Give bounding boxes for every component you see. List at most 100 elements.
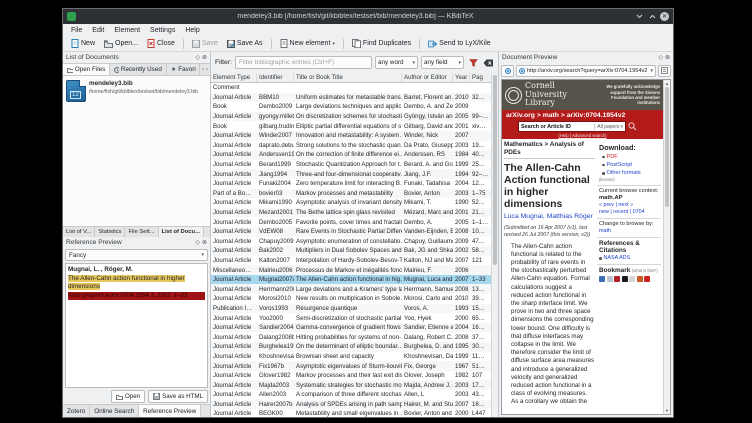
table-row[interactable]: Comment bbox=[211, 83, 491, 93]
download-link[interactable]: PostScript bbox=[602, 161, 661, 169]
table-row[interactable]: Journal Articlegyongy.millet05On discret… bbox=[211, 112, 491, 122]
entry-table-scrollbar[interactable] bbox=[491, 73, 498, 417]
search-pubmed-button[interactable] bbox=[467, 57, 479, 69]
float-panel-icon[interactable]: ◇ bbox=[195, 54, 200, 61]
table-row[interactable]: Journal ArticleMajda2003Systematic strat… bbox=[211, 380, 491, 390]
table-row[interactable]: Bookgilbarg.truding…Elliptic partial dif… bbox=[211, 121, 491, 131]
table-row[interactable]: Journal ArticleJiang1994Three-and four-d… bbox=[211, 169, 491, 179]
table-row[interactable]: Journal ArticleKhoshnevisan1…Brownian sh… bbox=[211, 352, 491, 362]
save-as-html-button[interactable]: Save as HTML bbox=[148, 390, 208, 403]
download-link[interactable]: PDF bbox=[602, 153, 661, 161]
menu-element[interactable]: Element bbox=[109, 27, 145, 34]
digg-icon[interactable] bbox=[629, 276, 635, 282]
table-row[interactable]: Journal ArticleHairer2007bAnalysis of SP… bbox=[211, 400, 491, 410]
scroll-down-icon[interactable]: ▼ bbox=[664, 408, 670, 413]
menu-file[interactable]: File bbox=[66, 27, 87, 34]
close-panel-icon[interactable]: ⊗ bbox=[202, 54, 207, 61]
table-row[interactable]: Journal ArticleBBM10Uniform estimates fo… bbox=[211, 93, 491, 103]
tab-statistics[interactable]: Statistics bbox=[95, 227, 125, 237]
chevron-down-icon[interactable]: ▾ bbox=[332, 41, 335, 47]
prev-next-links[interactable]: « prev | next » bbox=[599, 202, 661, 208]
license-link[interactable]: (license) bbox=[599, 177, 661, 182]
delicious-icon[interactable] bbox=[622, 276, 628, 282]
help-links[interactable]: (Help | Advanced search) bbox=[506, 133, 659, 138]
new-element-button[interactable]: New element ▾ bbox=[276, 37, 339, 50]
table-row[interactable]: BookDembo2009Large deviations techniques… bbox=[211, 102, 491, 112]
table-row[interactable]: Journal ArticleBerard1999Stochastic Quan… bbox=[211, 160, 491, 170]
open-externally-button[interactable] bbox=[658, 65, 671, 77]
breadcrumb[interactable]: arXiv.org > math > arXiv:0704.1954v2 bbox=[506, 112, 659, 119]
tab-open-files[interactable]: Open Files bbox=[63, 64, 110, 75]
save-as-button[interactable]: Save As bbox=[223, 38, 267, 50]
table-row[interactable]: Journal ArticleAllen2003A comparison of … bbox=[211, 390, 491, 400]
table-row[interactable]: Journal ArticleVdEW08Rare Events in Stoc… bbox=[211, 227, 491, 237]
table-row[interactable]: Journal ArticleGlover1982Markov processe… bbox=[211, 371, 491, 381]
filter-input[interactable] bbox=[235, 56, 372, 69]
close-panel-icon[interactable]: ⊗ bbox=[665, 54, 670, 61]
table-row[interactable]: Journal ArticleDembo2005Favorite points,… bbox=[211, 217, 491, 227]
table-row[interactable]: Journal ArticleFunaki2004Zero temperatur… bbox=[211, 179, 491, 189]
table-row[interactable]: Journal ArticleSandier2004Gamma-converge… bbox=[211, 323, 491, 333]
scrollbar-thumb[interactable] bbox=[665, 87, 669, 207]
tab-scroll-right-icon[interactable]: › bbox=[206, 67, 208, 73]
column-header-element-type[interactable]: Element Type bbox=[211, 73, 257, 82]
column-header-year[interactable]: Year bbox=[453, 73, 470, 82]
table-row[interactable]: Journal ArticleChapuy2009Asymptotic enum… bbox=[211, 237, 491, 247]
search-icon[interactable] bbox=[628, 122, 637, 131]
table-row[interactable]: Miscellaneo…Malrieu2006Processus de Mark… bbox=[211, 265, 491, 275]
float-panel-icon[interactable]: ◇ bbox=[658, 54, 663, 61]
open-button[interactable]: Open... bbox=[100, 38, 142, 50]
search-scope-select[interactable]: All papers ▾ bbox=[594, 124, 623, 130]
bibsonomy-icon[interactable] bbox=[607, 276, 613, 282]
save-button[interactable]: Save bbox=[188, 38, 222, 50]
table-row[interactable]: Journal ArticleKalton2007Interpolation o… bbox=[211, 256, 491, 266]
table-row[interactable]: Journal ArticleYoo2000Semi-discretizatio… bbox=[211, 313, 491, 323]
download-link[interactable]: Other formats bbox=[602, 169, 661, 177]
column-header-author[interactable]: Author or Editor bbox=[402, 73, 453, 82]
tab-online-search[interactable]: Online Search bbox=[90, 405, 139, 417]
close-window-button[interactable]: ✕ bbox=[660, 12, 669, 21]
table-row[interactable]: Journal ArticleMezard2001The Bethe latti… bbox=[211, 208, 491, 218]
table-row[interactable]: Journal ArticleWinder2007Innovation and … bbox=[211, 131, 491, 141]
table-row[interactable]: Journal ArticleDalang2008bHitting probab… bbox=[211, 332, 491, 342]
tab-list-of-documents[interactable]: List of Docu... bbox=[159, 227, 204, 237]
menu-edit[interactable]: Edit bbox=[87, 27, 109, 34]
tab-list-of-values[interactable]: List of V... bbox=[63, 227, 95, 237]
tab-zotero[interactable]: Zotero bbox=[63, 405, 90, 417]
reddit-icon[interactable] bbox=[637, 276, 643, 282]
send-to-lyx-button[interactable]: Send to LyX/Kile bbox=[424, 38, 495, 50]
column-header-title[interactable]: Title or Book Title bbox=[294, 73, 402, 82]
preview-style-select[interactable]: Fancy ▾ bbox=[65, 249, 208, 261]
tab-file-settings[interactable]: File Sett... bbox=[125, 227, 158, 237]
table-row[interactable]: Journal ArticleHerrmann2008Large deviati… bbox=[211, 284, 491, 294]
menu-settings[interactable]: Settings bbox=[145, 27, 180, 34]
maximize-button[interactable] bbox=[647, 11, 658, 22]
list-item[interactable]: mendeley3.bib /home/fish/git/kbibtex/tes… bbox=[66, 80, 207, 102]
table-row[interactable]: Publication I…Voros1993Résurgence quanti… bbox=[211, 304, 491, 314]
table-row[interactable]: Journal ArticleBurghelea1995On the deter… bbox=[211, 342, 491, 352]
arxiv-search-box[interactable]: Search or Article ID All papers ▾ bbox=[518, 121, 626, 132]
column-header-pages[interactable]: Pag bbox=[470, 73, 491, 82]
table-row[interactable]: Journal ArticleMugnai2007aThe Allen-Cahn… bbox=[211, 275, 491, 285]
table-row[interactable]: Journal Articledaprato.debus…Strong solu… bbox=[211, 141, 491, 151]
table-row[interactable]: Journal ArticleBak2002Multipliers in Dua… bbox=[211, 246, 491, 256]
table-row[interactable]: Journal ArticleMikami1990Asymptotic anal… bbox=[211, 198, 491, 208]
tab-recently-used[interactable]: Recently Used bbox=[110, 64, 167, 75]
close-file-button[interactable]: Close bbox=[143, 37, 179, 50]
menu-help[interactable]: Help bbox=[180, 27, 204, 34]
open-reference-button[interactable]: Open bbox=[111, 390, 145, 403]
web-preview-scrollbar[interactable]: ▲ ▼ bbox=[663, 80, 670, 414]
float-panel-icon[interactable]: ◇ bbox=[195, 239, 200, 246]
bookmark-hint-link[interactable]: (what is this?) bbox=[632, 268, 658, 273]
paper-authors[interactable]: Luca Mugnai, Matthias Röger bbox=[504, 213, 595, 222]
sciencewise-icon[interactable] bbox=[644, 276, 650, 282]
citeulike-icon[interactable] bbox=[599, 276, 605, 282]
scrollbar-thumb[interactable] bbox=[493, 75, 497, 265]
new-recent-links[interactable]: new | recent | 0704 bbox=[599, 209, 661, 215]
filter-field-mode-select[interactable]: any field▾ bbox=[421, 56, 464, 69]
titlebar[interactable]: mendeley3.bib [/home/fish/git/kbibtex/te… bbox=[63, 9, 673, 24]
online-mode-button[interactable] bbox=[501, 65, 514, 77]
tab-reference-preview[interactable]: Reference Preview bbox=[139, 405, 201, 417]
table-row[interactable]: Journal ArticleBEGK00Metastability and s… bbox=[211, 409, 491, 417]
new-button[interactable]: New bbox=[67, 37, 99, 50]
